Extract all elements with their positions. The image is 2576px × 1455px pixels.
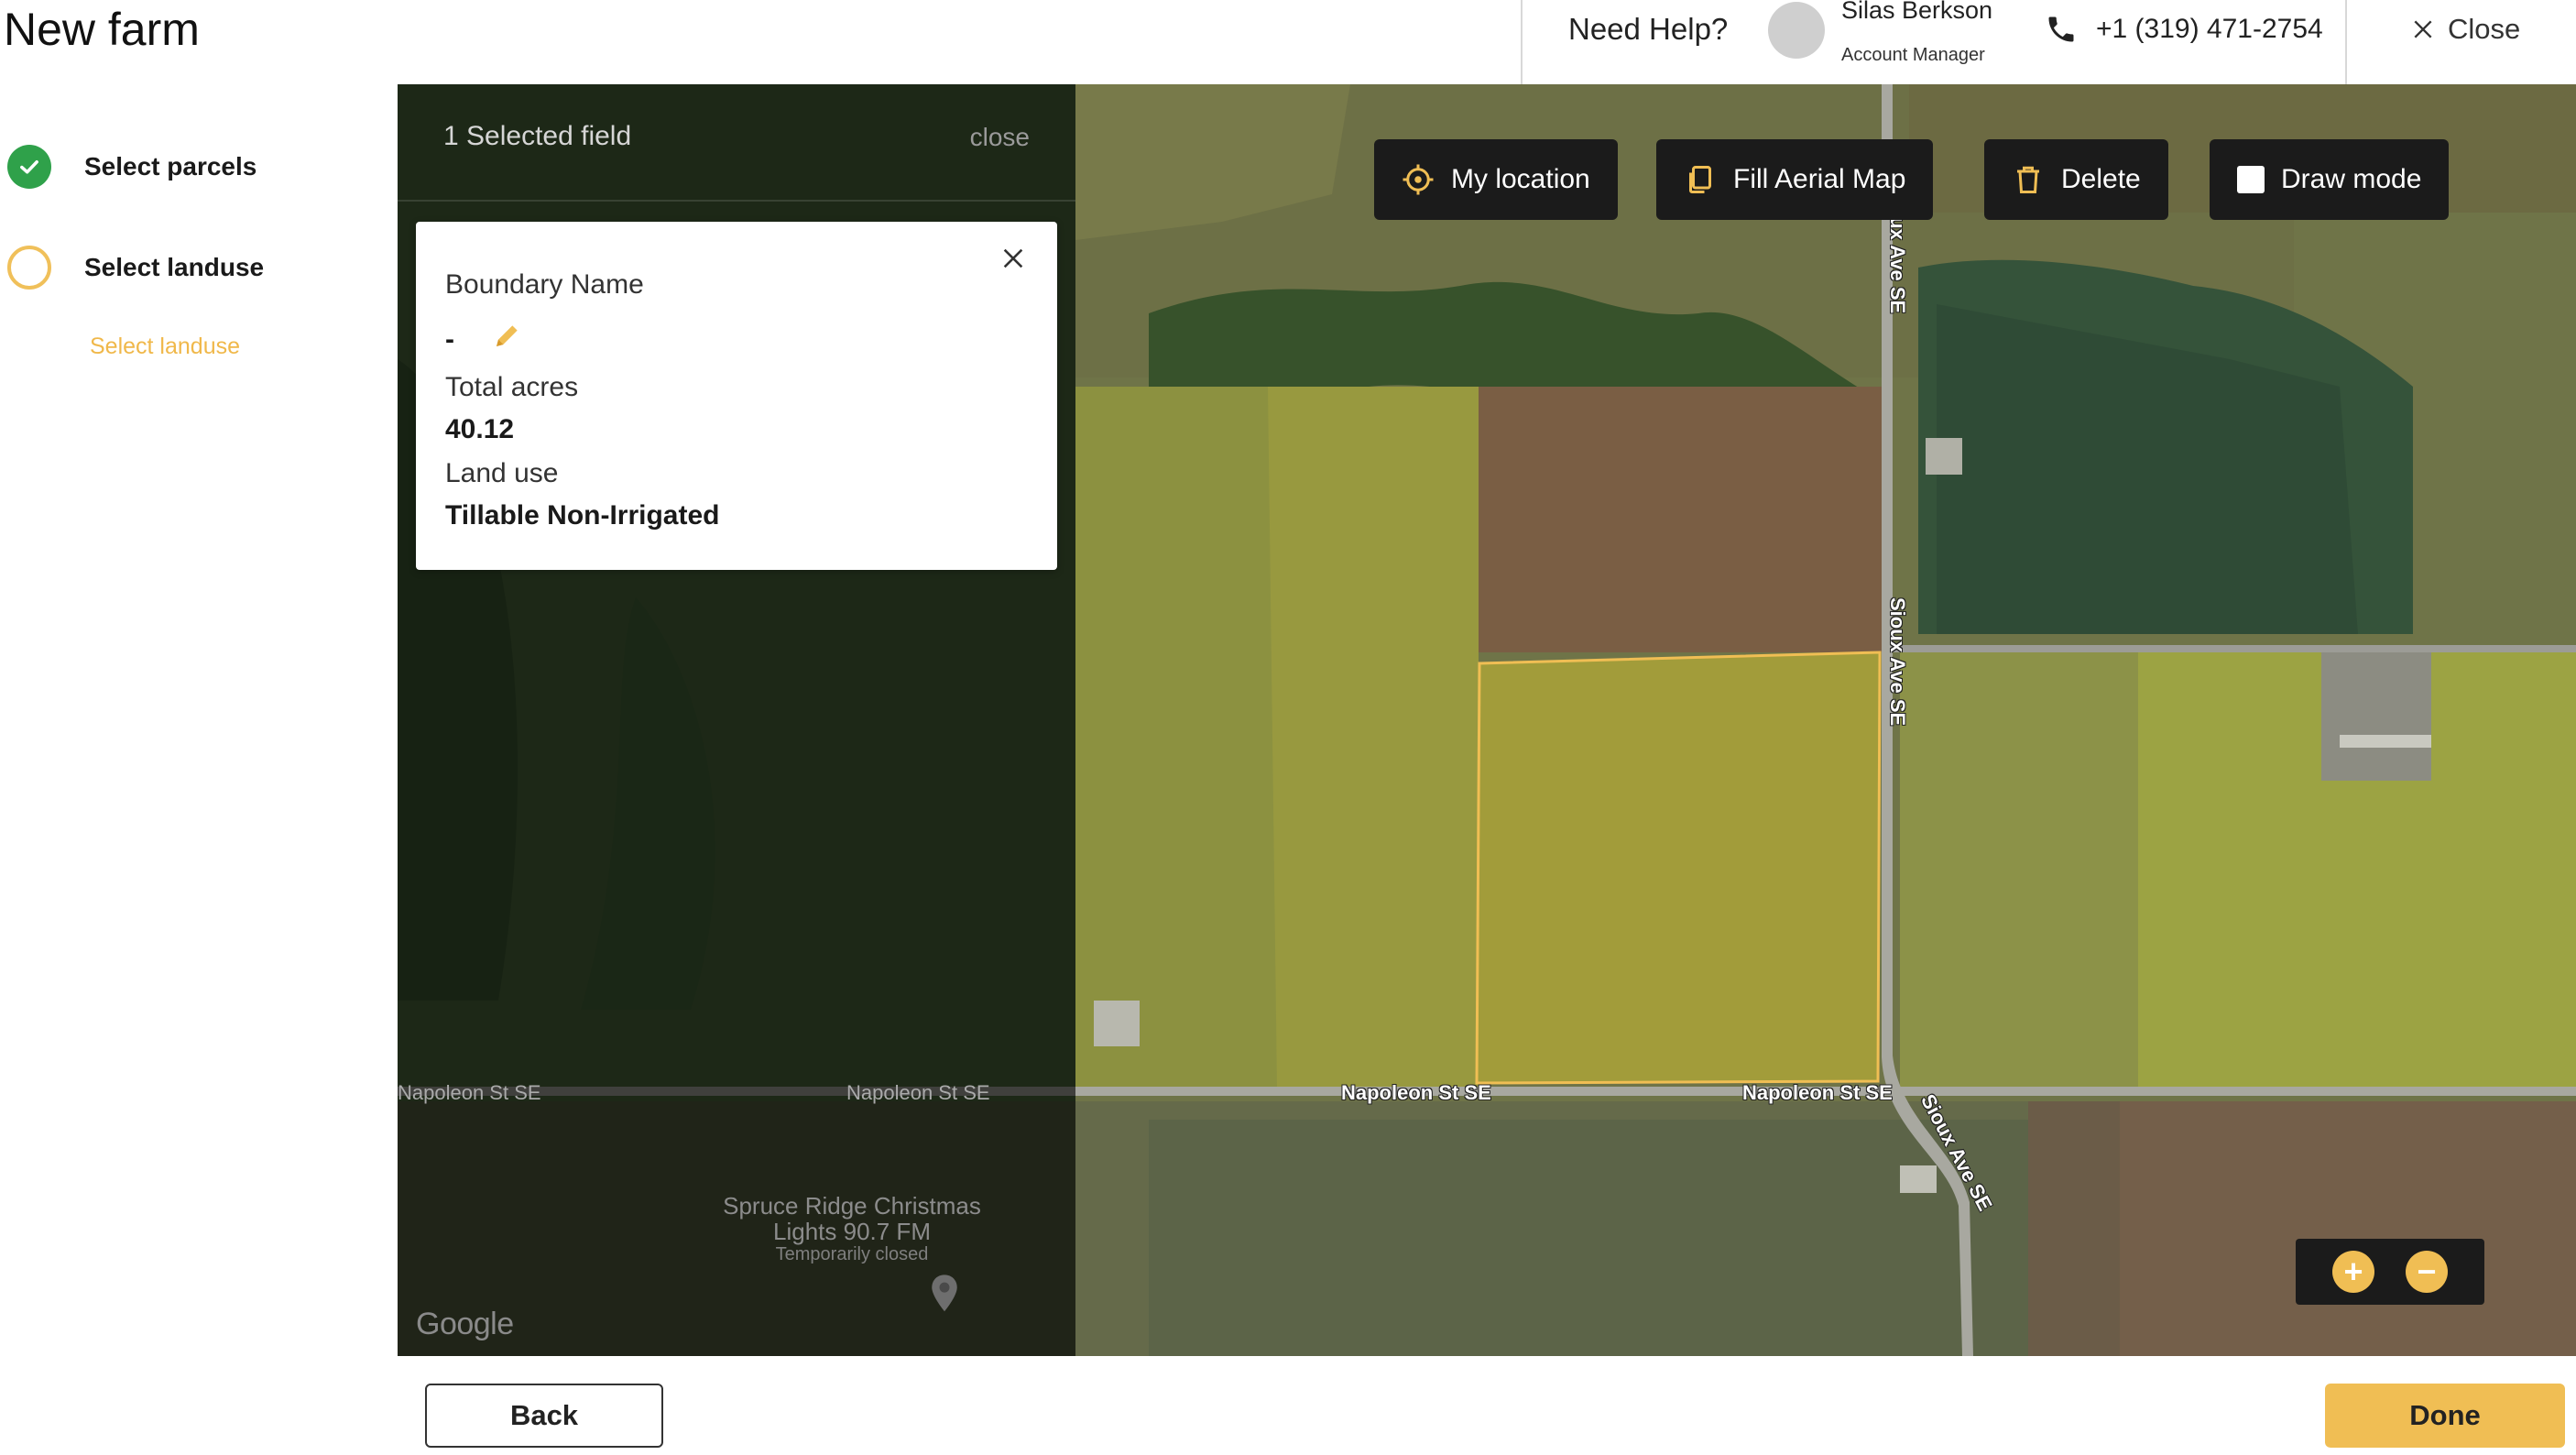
delete-button[interactable]: Delete <box>1984 139 2168 220</box>
field-info-card: Boundary Name - Total acres 40.12 Land u… <box>416 222 1057 570</box>
phone-icon <box>2048 16 2074 42</box>
close-label: Close <box>2448 13 2521 45</box>
footer-bar: Back Done <box>398 1356 2576 1455</box>
selection-close-link[interactable]: close <box>970 123 1030 152</box>
draw-mode-checkbox[interactable] <box>2237 166 2265 193</box>
pencil-icon[interactable] <box>493 321 522 350</box>
delete-label: Delete <box>2061 164 2141 194</box>
help-contact-panel: Need Help? Silas Berkson Account Manager… <box>1521 0 2347 84</box>
poi-label: Spruce Ridge Christmas Lights 90.7 FM <box>723 1192 981 1245</box>
map-pin-icon[interactable] <box>929 1274 960 1314</box>
land-use-label: Land use <box>445 458 559 488</box>
fill-aerial-map-label: Fill Aerial Map <box>1733 164 1906 194</box>
checkmark-icon <box>20 160 38 174</box>
copy-icon <box>1689 166 1711 193</box>
close-icon <box>2414 20 2432 38</box>
close-icon[interactable] <box>1000 246 1026 271</box>
zoom-out-button[interactable]: − <box>2406 1251 2448 1293</box>
boundary-name-label: Boundary Name <box>445 269 644 300</box>
step-select-parcels[interactable]: Select parcels <box>7 145 257 189</box>
steps-sidebar: Select parcels Select landuse Select lan… <box>0 84 398 1455</box>
road-label: Napoleon St SE <box>846 1081 990 1104</box>
fill-aerial-map-button[interactable]: Fill Aerial Map <box>1656 139 1934 220</box>
account-manager-name: Silas Berkson <box>1841 0 1993 24</box>
page-title: New farm <box>4 4 200 55</box>
select-landuse-link[interactable]: Select landuse <box>90 334 240 360</box>
selected-count: 1 Selected field <box>443 121 632 151</box>
my-location-label: My location <box>1451 164 1590 194</box>
step-select-landuse[interactable]: Select landuse <box>7 246 264 290</box>
boundary-name-value: - <box>445 324 454 355</box>
draw-mode-label: Draw mode <box>2281 164 2422 194</box>
crosshair-icon <box>1403 164 1434 195</box>
done-button[interactable]: Done <box>2325 1384 2565 1448</box>
trash-icon <box>2017 166 2039 193</box>
step-pending-icon <box>7 246 51 290</box>
my-location-button[interactable]: My location <box>1374 139 1618 220</box>
step-complete-icon <box>7 145 51 189</box>
google-logo: Google <box>416 1307 514 1341</box>
road-label: Napoleon St SE <box>1341 1081 1491 1104</box>
step-label: Select parcels <box>84 152 257 181</box>
phone-number[interactable]: +1 (319) 471-2754 <box>2096 11 2323 48</box>
total-acres-value: 40.12 <box>445 414 515 444</box>
avatar <box>1768 2 1825 59</box>
road-label: Napoleon St SE <box>398 1081 541 1104</box>
account-manager-role: Account Manager <box>1841 45 1985 65</box>
back-button[interactable]: Back <box>425 1384 663 1448</box>
step-label: Select landuse <box>84 253 265 281</box>
need-help-label: Need Help? <box>1568 12 1729 46</box>
land-use-value: Tillable Non-Irrigated <box>445 500 720 531</box>
total-acres-label: Total acres <box>445 372 579 402</box>
aerial-map[interactable]: Napoleon St SE Napoleon St SE Napoleon S… <box>398 84 2576 1356</box>
top-header: New farm Need Help? Silas Berkson Accoun… <box>0 0 2576 84</box>
selection-header: 1 Selected field close <box>398 84 1075 202</box>
draw-mode-toggle[interactable]: Draw mode <box>2210 139 2450 220</box>
zoom-in-button[interactable]: + <box>2332 1251 2374 1293</box>
zoom-controls: + − <box>2296 1239 2484 1305</box>
road-label: Napoleon St SE <box>1742 1081 1893 1104</box>
close-button[interactable]: Close <box>2411 9 2520 49</box>
road-label: Sioux Ave SE <box>1886 597 1909 727</box>
poi-status: Temporarily closed <box>775 1244 929 1264</box>
